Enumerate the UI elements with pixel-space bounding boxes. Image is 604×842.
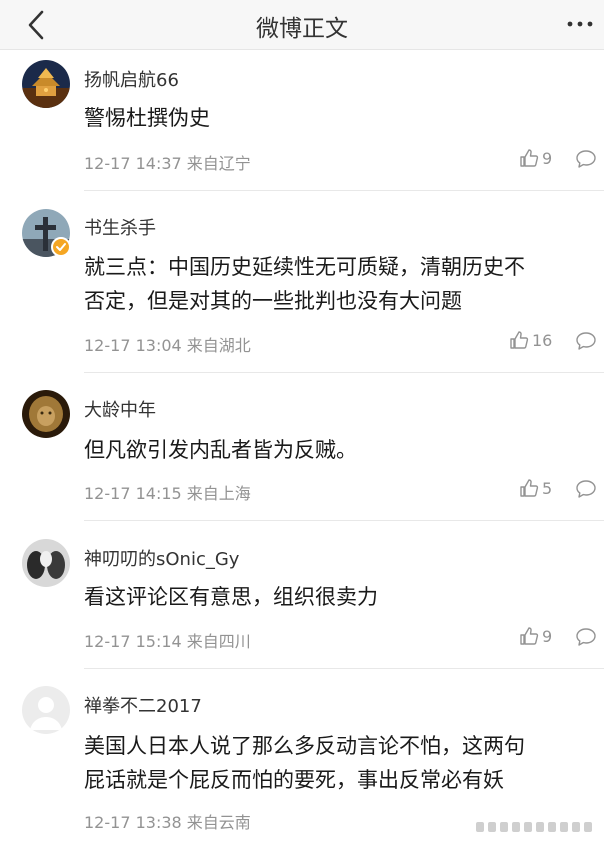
divider [84, 190, 604, 191]
comment-text: 看这评论区有意思，组织很卖力 [84, 580, 596, 614]
reply-button[interactable] [575, 149, 597, 169]
scroll-indicator [474, 820, 600, 834]
verified-badge [51, 237, 71, 257]
like-button[interactable]: 16 [509, 330, 552, 350]
like-count: 9 [542, 626, 553, 646]
reply-button[interactable] [575, 479, 597, 499]
comment-location: 来自湖北 [186, 336, 251, 355]
top-bar: 微博正文 [0, 0, 604, 50]
comment-location: 来自上海 [186, 484, 251, 503]
username[interactable]: 神叨叨的sOnic_Gy [84, 545, 239, 571]
thumb-up-icon [520, 479, 539, 497]
reply-button[interactable] [575, 331, 597, 351]
like-count: 5 [542, 478, 553, 498]
comment-text-line: 就三点：中国历史延续性无可质疑，清朝历史不 [84, 255, 525, 279]
divider [84, 372, 604, 373]
avatar[interactable] [22, 539, 70, 587]
comment-meta: 12-17 13:04 来自湖北 [84, 332, 251, 356]
comment-text-line: 美国人日本人说了那么多反动言论不怕，这两句 [84, 734, 525, 758]
comment-meta: 12-17 13:38 来自云南 [84, 809, 251, 833]
comment-meta: 12-17 15:14 来自四川 [84, 628, 251, 652]
comment-time: 12-17 14:37 [84, 154, 182, 173]
comment-time: 12-17 13:04 [84, 336, 182, 355]
page-title: 微博正文 [256, 16, 348, 42]
username[interactable]: 大龄中年 [84, 396, 156, 422]
like-button[interactable]: 5 [519, 478, 552, 498]
default-avatar-icon [22, 686, 70, 734]
avatar[interactable] [22, 686, 70, 734]
username[interactable]: 禅拳不二2017 [84, 692, 202, 718]
username[interactable]: 扬帆启航66 [84, 66, 179, 92]
divider [84, 520, 604, 521]
avatar[interactable] [22, 60, 70, 108]
comment-time: 12-17 15:14 [84, 632, 182, 651]
username[interactable]: 书生杀手 [84, 214, 156, 240]
like-count: 9 [542, 148, 553, 168]
comment-text: 就三点：中国历史延续性无可质疑，清朝历史不 否定，但是对其的一些批判也没有大问题 [84, 250, 596, 318]
thumb-up-icon [520, 149, 539, 167]
figures-avatar-icon [22, 539, 70, 587]
like-count: 16 [532, 330, 553, 350]
comment-bubble-icon [576, 628, 596, 646]
comment-text-line: 屁话就是个屁反而怕的要死，事出反常必有妖 [84, 768, 504, 792]
thumb-up-icon [510, 331, 529, 349]
comment-location: 来自四川 [186, 632, 251, 651]
comment-text: 美国人日本人说了那么多反动言论不怕，这两句 屁话就是个屁反而怕的要死，事出反常必… [84, 729, 596, 797]
avatar[interactable] [22, 390, 70, 438]
lion-avatar-icon [22, 390, 70, 438]
comment-location: 来自云南 [186, 813, 251, 832]
more-button[interactable] [566, 12, 594, 36]
reply-button[interactable] [575, 627, 597, 647]
night-temple-avatar-icon [22, 60, 70, 108]
divider [84, 668, 604, 669]
like-button[interactable]: 9 [519, 148, 552, 168]
comment-bubble-icon [576, 150, 596, 168]
comment-meta: 12-17 14:37 来自辽宁 [84, 150, 251, 174]
comment-bubble-icon [576, 480, 596, 498]
comment-time: 12-17 14:15 [84, 484, 182, 503]
comment-time: 12-17 13:38 [84, 813, 182, 832]
comment-text: 但凡欲引发内乱者皆为反贼。 [84, 433, 596, 467]
more-dots-icon [567, 21, 593, 27]
like-button[interactable]: 9 [519, 626, 552, 646]
check-icon [56, 243, 66, 251]
thumb-up-icon [520, 627, 539, 645]
comment-text-line: 否定，但是对其的一些批判也没有大问题 [84, 289, 462, 313]
comment-text-line: 但凡欲引发内乱者皆为反贼。 [84, 438, 357, 462]
comment-text-line: 看这评论区有意思，组织很卖力 [84, 585, 378, 609]
comment-text-line: 警惕杜撰伪史 [84, 106, 210, 130]
comment-text: 警惕杜撰伪史 [84, 101, 596, 135]
comment-location: 来自辽宁 [186, 154, 251, 173]
comment-bubble-icon [576, 332, 596, 350]
comment-meta: 12-17 14:15 来自上海 [84, 480, 251, 504]
